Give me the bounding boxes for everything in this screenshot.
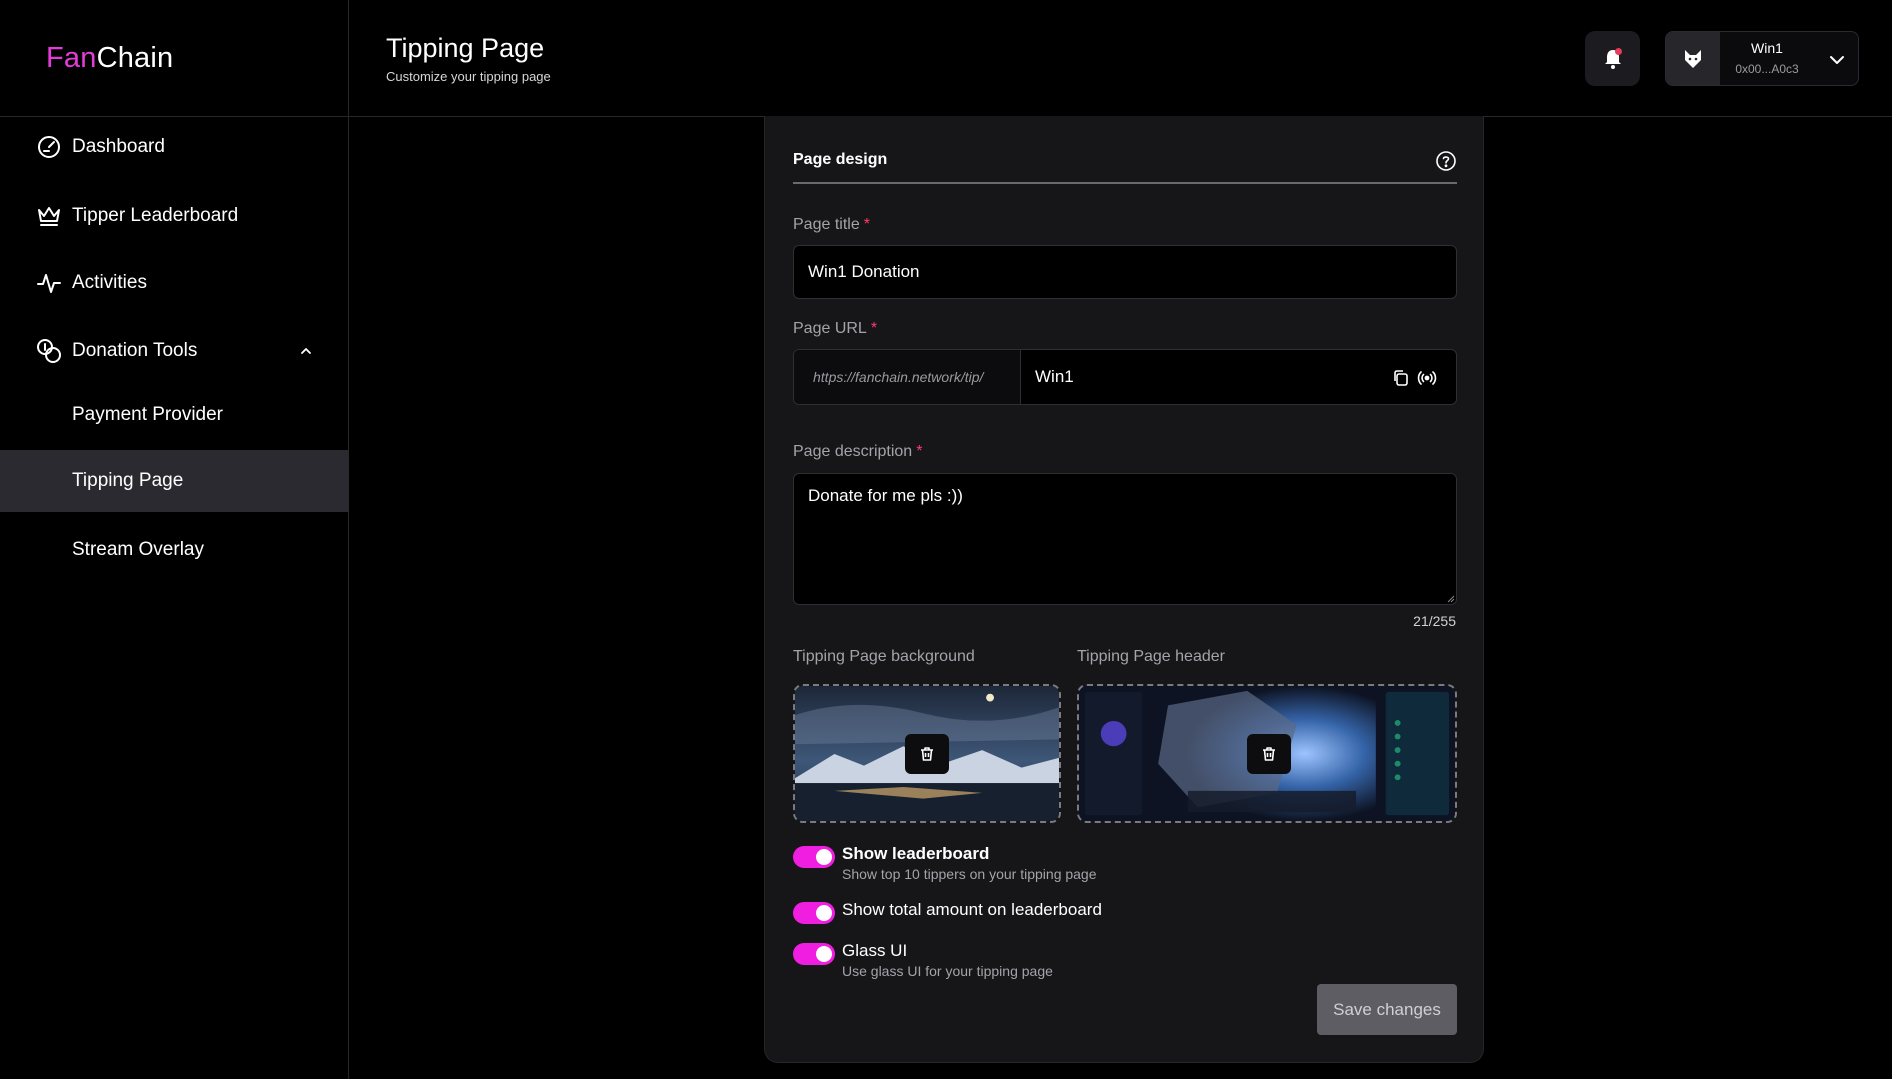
sidebar-item-donation-tools[interactable]: Donation Tools	[0, 320, 349, 382]
character-counter: 21/255	[1413, 613, 1456, 629]
logo-part-fan: Fan	[46, 42, 97, 74]
header-upload-dropzone[interactable]	[1077, 684, 1457, 823]
page-description-textarea[interactable]: Donate for me pls :))	[793, 473, 1457, 605]
sidebar-item-dashboard[interactable]: Dashboard	[0, 116, 349, 178]
help-icon[interactable]	[1435, 150, 1457, 172]
page-url-label: Page URL *	[793, 320, 877, 338]
sidebar-item-tipper-leaderboard[interactable]: Tipper Leaderboard	[0, 185, 349, 247]
url-prefix: https://fanchain.network/tip/	[794, 350, 1021, 404]
page-title: Tipping Page	[386, 33, 545, 63]
required-mark: *	[916, 443, 923, 460]
page-design-card: Page design Page title* Page URL* https:…	[764, 116, 1484, 1063]
wolf-avatar-icon	[1685, 49, 1701, 68]
gauge-icon	[36, 134, 62, 160]
label-text: Page URL	[793, 320, 867, 337]
header-upload-label: Tipping Page header	[1077, 648, 1225, 665]
notifications-button[interactable]	[1585, 31, 1640, 86]
sidebar-item-label: Activities	[72, 272, 147, 293]
activity-icon	[36, 270, 62, 296]
show-leaderboard-title: Show leaderboard	[842, 844, 990, 863]
page-description-label: Page description *	[793, 443, 922, 461]
section-title: Page design	[793, 151, 888, 168]
resize-handle-icon[interactable]	[1445, 593, 1455, 603]
show-total-amount-toggle[interactable]	[793, 902, 835, 924]
chevron-down-icon	[1830, 56, 1844, 64]
sidebar-item-label: Stream Overlay	[72, 539, 204, 560]
sidebar-item-payment-provider[interactable]: Payment Provider	[0, 384, 349, 446]
label-text: Page description	[793, 443, 913, 460]
sidebar-item-label: Payment Provider	[72, 404, 224, 425]
sidebar: FanChain Dashboard Tipper Leaderboard Ac…	[0, 0, 349, 1079]
page-url-input[interactable]	[1022, 350, 1372, 404]
user-menu[interactable]: Win1 0x00...A0c3	[1665, 31, 1859, 86]
sidebar-item-label: Dashboard	[72, 136, 165, 157]
user-name: Win1	[1751, 40, 1783, 56]
coins-icon	[36, 338, 62, 364]
show-leaderboard-description: Show top 10 tippers on your tipping page	[842, 866, 1097, 882]
page-subtitle: Customize your tipping page	[386, 69, 551, 84]
sidebar-item-label: Donation Tools	[72, 340, 198, 361]
fanchain-logo[interactable]: FanChain	[46, 42, 173, 75]
sidebar-item-tipping-page[interactable]: Tipping Page	[0, 450, 349, 512]
show-total-amount-title: Show total amount on leaderboard	[842, 900, 1102, 919]
background-upload-dropzone[interactable]	[793, 684, 1061, 823]
toggle-knob	[816, 946, 832, 962]
sidebar-item-activities[interactable]: Activities	[0, 252, 349, 314]
background-upload-label: Tipping Page background	[793, 648, 975, 665]
show-leaderboard-toggle[interactable]	[793, 846, 835, 868]
glass-ui-description: Use glass UI for your tipping page	[842, 963, 1053, 979]
toggle-knob	[816, 905, 832, 921]
sidebar-item-stream-overlay[interactable]: Stream Overlay	[0, 519, 349, 581]
section-divider	[793, 182, 1457, 184]
save-changes-button[interactable]: Save changes	[1317, 984, 1457, 1035]
page-url-field: https://fanchain.network/tip/	[793, 349, 1457, 405]
wallet-address: 0x00...A0c3	[1735, 62, 1799, 76]
sidebar-item-label: Tipping Page	[72, 470, 184, 491]
delete-background-button[interactable]	[905, 734, 949, 774]
avatar	[1666, 32, 1720, 85]
trash-icon	[1263, 747, 1275, 761]
glass-ui-toggle[interactable]	[793, 943, 835, 965]
required-mark: *	[863, 216, 870, 233]
required-mark: *	[870, 320, 878, 337]
chevron-up-icon[interactable]	[299, 344, 313, 358]
delete-header-button[interactable]	[1247, 734, 1291, 774]
toggle-knob	[816, 849, 832, 865]
copy-icon[interactable]	[1391, 368, 1411, 388]
label-text: Page title	[793, 216, 860, 233]
broadcast-icon[interactable]	[1417, 368, 1437, 388]
glass-ui-title: Glass UI	[842, 941, 908, 960]
logo-part-chain: Chain	[96, 42, 174, 74]
sidebar-item-label: Tipper Leaderboard	[72, 205, 239, 226]
crown-icon	[36, 203, 62, 229]
page-title-input[interactable]	[793, 245, 1457, 299]
trash-icon	[921, 747, 933, 761]
page-title-label: Page title *	[793, 216, 870, 234]
notification-badge	[1615, 48, 1622, 55]
